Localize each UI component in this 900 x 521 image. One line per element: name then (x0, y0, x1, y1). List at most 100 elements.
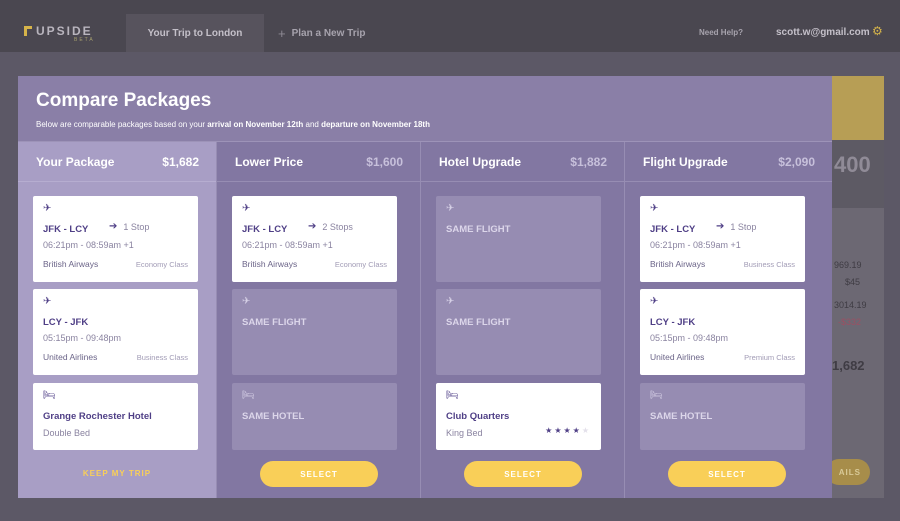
package-name: Flight Upgrade (643, 155, 728, 169)
flight-airline: British Airways (650, 259, 706, 269)
package-header: Flight Upgrade $2,090 (625, 142, 832, 182)
background-price: 400 (834, 152, 871, 177)
flight-times: 05:15pm - 09:48pm (650, 333, 729, 343)
package-price: $2,090 (778, 155, 815, 169)
hotel-name: Club Quarters (446, 411, 510, 422)
star-icon: ★ (581, 426, 591, 435)
arrow-right-icon: ➔ (716, 221, 725, 232)
same-hotel-label: SAME HOTEL (650, 411, 713, 422)
package-column-your-package: Your Package $1,682 ✈ JFK - LCY ➔ 1 Stop … (18, 142, 217, 498)
select-button[interactable]: SELECT (260, 461, 378, 487)
background-header (832, 76, 884, 140)
select-button[interactable]: SELECT (464, 461, 582, 487)
return-flight-card[interactable]: ✈ LCY - JFK 05:15pm - 09:48pm United Air… (640, 289, 805, 375)
tab-your-trip[interactable]: Your Trip to London (126, 14, 264, 52)
hotel-card[interactable]: 🛏 Grange Rochester Hotel Double Bed (33, 383, 198, 450)
flight-route: JFK - LCY (650, 224, 696, 235)
flight-route: LCY - JFK (650, 317, 696, 328)
flight-airline: British Airways (242, 259, 298, 269)
flight-stops: ➔ 1 Stop (109, 221, 149, 232)
hotel-room: King Bed (446, 428, 483, 438)
plane-arrival-icon: ✈ (650, 296, 659, 307)
plane-departure-icon: ✈ (446, 203, 455, 214)
outbound-flight-card[interactable]: ✈ JFK - LCY ➔ 1 Stop 06:21pm - 08:59am +1… (640, 196, 805, 282)
outbound-flight-card[interactable]: ✈ JFK - LCY ➔ 1 Stop 06:21pm - 08:59am +1… (33, 196, 198, 282)
plane-departure-icon: ✈ (43, 203, 52, 214)
bed-icon: 🛏 (242, 390, 255, 401)
flight-times: 06:21pm - 08:59am +1 (242, 240, 333, 250)
modal-subtitle: Below are comparable packages based on y… (36, 120, 430, 129)
same-flight-label: SAME FLIGHT (446, 224, 511, 235)
flight-route: JFK - LCY (43, 224, 89, 235)
plane-departure-icon: ✈ (242, 203, 251, 214)
subtitle-arrival: arrival on November 12th (207, 120, 304, 129)
package-name: Hotel Upgrade (439, 155, 522, 169)
background-line-2: $45 (845, 277, 861, 287)
flight-times: 05:15pm - 09:48pm (43, 333, 122, 343)
plane-arrival-icon: ✈ (43, 296, 52, 307)
package-price: $1,682 (162, 155, 199, 169)
package-price: $1,600 (366, 155, 403, 169)
bed-icon: 🛏 (43, 390, 56, 401)
package-column-lower-price: Lower Price $1,600 ✈ JFK - LCY ➔ 2 Stops … (217, 142, 421, 498)
return-flight-card[interactable]: ✈ LCY - JFK 05:15pm - 09:48pm United Air… (33, 289, 198, 375)
package-name: Lower Price (235, 155, 304, 169)
flight-class: Business Class (136, 353, 188, 362)
flight-class: Economy Class (135, 260, 188, 269)
flight-stops-label: 1 Stop (123, 221, 150, 232)
flight-airline: United Airlines (43, 352, 98, 362)
arrow-right-icon: ➔ (109, 221, 118, 232)
star-icon: ★ (545, 426, 555, 435)
same-hotel-label: SAME HOTEL (242, 411, 305, 422)
same-flight-card: ✈ SAME FLIGHT (436, 196, 601, 282)
upside-logo[interactable]: UPSIDE BETA (24, 24, 93, 43)
package-columns: Your Package $1,682 ✈ JFK - LCY ➔ 1 Stop … (18, 141, 832, 498)
gear-icon[interactable]: ⚙ (872, 25, 883, 37)
package-name: Your Package (36, 155, 115, 169)
same-hotel-card: 🛏 SAME HOTEL (640, 383, 805, 450)
package-price: $1,882 (570, 155, 607, 169)
plane-arrival-icon: ✈ (242, 296, 251, 307)
background-details-button: AILS (826, 459, 870, 485)
logo-mark (24, 26, 32, 36)
package-column-hotel-upgrade: Hotel Upgrade $1,882 ✈ SAME FLIGHT ✈ SAM… (421, 142, 625, 498)
compare-packages-modal: Compare Packages Below are comparable pa… (18, 76, 832, 498)
bed-icon: 🛏 (446, 390, 459, 401)
tab-your-trip-label: Your Trip to London (147, 27, 243, 39)
bed-icon: 🛏 (650, 390, 663, 401)
logo-text: UPSIDE (36, 24, 93, 38)
background-line-3: 3014.19 (834, 300, 867, 310)
flight-stops: ➔ 2 Stops (308, 221, 353, 232)
background-line-4: -$332 (838, 317, 862, 327)
flight-stops: ➔ 1 Stop (716, 221, 756, 232)
flight-class: Economy Class (334, 260, 387, 269)
star-icon: ★ (572, 426, 582, 435)
need-help-link[interactable]: Need Help? (699, 28, 743, 37)
tab-plan-new-trip-label: Plan a New Trip (291, 27, 366, 39)
top-nav: UPSIDE BETA Your Trip to London + Plan a… (0, 0, 900, 52)
same-flight-label: SAME FLIGHT (446, 317, 511, 328)
plane-arrival-icon: ✈ (446, 296, 455, 307)
package-column-flight-upgrade: Flight Upgrade $2,090 ✈ JFK - LCY ➔ 1 Sto… (625, 142, 832, 498)
outbound-flight-card[interactable]: ✈ JFK - LCY ➔ 2 Stops 06:21pm - 08:59am +… (232, 196, 397, 282)
arrow-right-icon: ➔ (308, 221, 317, 232)
flight-stops-label: 2 Stops (322, 221, 353, 232)
star-rating: ★★★★★ (545, 426, 591, 435)
select-button[interactable]: SELECT (668, 461, 786, 487)
package-header: Hotel Upgrade $1,882 (421, 142, 624, 182)
subtitle-and: and (303, 120, 322, 129)
user-email-menu[interactable]: scott.w@gmail.com (776, 27, 870, 38)
hotel-room: Double Bed (43, 428, 91, 438)
keep-my-trip-button[interactable]: KEEP MY TRIP (18, 469, 216, 478)
flight-route: LCY - JFK (43, 317, 89, 328)
modal-title: Compare Packages (36, 90, 212, 111)
flight-airline: British Airways (43, 259, 99, 269)
same-flight-card: ✈ SAME FLIGHT (232, 289, 397, 375)
tab-plan-new-trip[interactable]: + Plan a New Trip (278, 14, 366, 52)
plus-icon: + (278, 25, 286, 41)
flight-route: JFK - LCY (242, 224, 288, 235)
logo-beta: BETA (74, 37, 95, 43)
hotel-card[interactable]: 🛏 Club Quarters King Bed ★★★★★ (436, 383, 601, 450)
flight-stops-label: 1 Stop (730, 221, 757, 232)
flight-airline: United Airlines (650, 352, 705, 362)
